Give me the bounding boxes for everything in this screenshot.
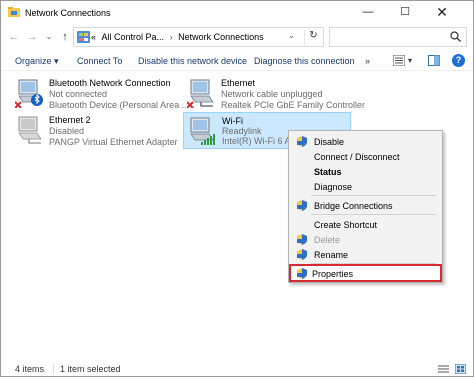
recent-locations-button[interactable]: ⌄ xyxy=(42,29,56,45)
menu-separator xyxy=(311,195,436,196)
connection-item[interactable]: Ethernet Network cable unplugged Realtek… xyxy=(187,78,365,112)
explorer-window: Network Connections — ☐ ✕ ← → ⌄ ↑ « All … xyxy=(0,0,474,377)
menu-item-properties[interactable]: Properties xyxy=(289,264,442,282)
search-icon xyxy=(450,31,461,42)
address-dropdown-button[interactable]: ⌄ xyxy=(288,31,295,40)
minimize-button[interactable]: — xyxy=(353,1,383,23)
disable-device-button[interactable]: Disable this network device xyxy=(138,56,247,66)
uac-shield-icon xyxy=(297,136,307,147)
item-count: 4 items xyxy=(15,364,45,374)
breadcrumb: « All Control Pa... › Network Connection… xyxy=(91,32,264,42)
menu-item-connect-disconnect[interactable]: Connect / Disconnect xyxy=(291,149,440,164)
menu-item-delete: Delete xyxy=(291,232,440,247)
connection-name: Ethernet xyxy=(221,78,256,88)
details-view-icon[interactable] xyxy=(438,364,449,374)
menu-separator xyxy=(311,214,436,215)
organize-menu[interactable]: Organize ▾ xyxy=(15,56,59,67)
uac-shield-icon xyxy=(297,200,307,211)
breadcrumb-overflow[interactable]: « xyxy=(91,32,96,42)
menu-item-bridge-connections[interactable]: Bridge Connections xyxy=(291,198,440,213)
uac-shield-icon xyxy=(297,234,307,245)
command-bar: Organize ▾ Connect To Disable this netwo… xyxy=(1,51,473,71)
breadcrumb-network-connections[interactable]: Network Connections xyxy=(178,32,264,42)
connection-status: Readylink xyxy=(222,126,262,136)
menu-item-rename[interactable]: Rename xyxy=(291,247,440,262)
menu-item-label: Rename xyxy=(314,250,349,260)
menu-item-create-shortcut[interactable]: Create Shortcut xyxy=(291,217,440,232)
menu-item-label: Create Shortcut xyxy=(314,220,378,230)
change-view-icon[interactable] xyxy=(393,55,405,66)
menu-item-label: Disable xyxy=(314,137,345,147)
connection-status: Not connected xyxy=(49,89,108,99)
uac-shield-icon xyxy=(297,249,307,260)
more-commands-button[interactable]: » xyxy=(365,56,370,66)
menu-item-label: Status xyxy=(314,167,342,177)
breadcrumb-control-panel[interactable]: All Control Pa... xyxy=(102,32,165,42)
menu-item-label: Diagnose xyxy=(314,182,353,192)
control-panel-icon xyxy=(77,31,90,43)
disabled-adapter-icon xyxy=(18,116,42,144)
connection-status: Disabled xyxy=(49,126,85,136)
menu-item-diagnose[interactable]: Diagnose xyxy=(291,179,440,194)
connect-to-button[interactable]: Connect To xyxy=(77,56,122,66)
menu-item-label: Connect / Disconnect xyxy=(314,152,400,162)
connection-name: Wi-Fi xyxy=(222,116,243,126)
connection-item[interactable]: Ethernet 2 Disabled PANGP Virtual Ethern… xyxy=(15,115,178,149)
bluetooth-adapter-icon xyxy=(15,79,43,108)
wifi-adapter-icon xyxy=(190,117,215,145)
connection-name: Bluetooth Network Connection xyxy=(49,78,171,88)
search-input[interactable] xyxy=(329,27,467,47)
help-icon[interactable]: ? xyxy=(452,54,465,67)
forward-button[interactable]: → xyxy=(25,29,39,45)
title-bar: Network Connections — ☐ ✕ xyxy=(1,1,473,25)
window-title: Network Connections xyxy=(25,8,111,18)
menu-item-status[interactable]: Status xyxy=(291,164,440,179)
menu-item-label: Delete xyxy=(314,235,341,245)
preview-pane-icon[interactable] xyxy=(428,55,440,66)
address-bar[interactable]: « All Control Pa... › Network Connection… xyxy=(73,27,324,47)
connection-status: Network cable unplugged xyxy=(221,89,323,99)
breadcrumb-separator[interactable]: › xyxy=(170,32,173,42)
menu-item-disable[interactable]: Disable xyxy=(291,134,440,149)
connection-item[interactable]: Bluetooth Network Connection Not connect… xyxy=(15,78,189,112)
connection-device: Realtek PCIe GbE Family Controller xyxy=(221,100,366,110)
address-row: ← → ⌄ ↑ « All Control Pa... › Network Co… xyxy=(1,25,473,49)
menu-item-label: Properties xyxy=(312,269,354,279)
uac-shield-icon xyxy=(297,268,307,279)
refresh-button[interactable]: ↻ xyxy=(304,30,322,45)
connection-name: Ethernet 2 xyxy=(49,115,91,125)
view-options-dropdown[interactable]: ▾ xyxy=(408,56,412,65)
status-bar: 4 items 1 item selected xyxy=(1,361,473,377)
close-button[interactable]: ✕ xyxy=(427,1,457,23)
context-menu: Disable Connect / Disconnect Status Diag… xyxy=(288,130,443,283)
network-folder-icon xyxy=(8,7,20,17)
menu-item-label: Bridge Connections xyxy=(314,201,393,211)
selection-count: 1 item selected xyxy=(53,364,121,374)
ethernet-adapter-icon xyxy=(187,79,214,108)
maximize-button[interactable]: ☐ xyxy=(390,1,420,23)
connection-device: Bluetooth Device (Personal Area ... xyxy=(49,100,190,110)
diagnose-connection-button[interactable]: Diagnose this connection xyxy=(254,56,355,66)
back-button[interactable]: ← xyxy=(7,29,21,45)
large-icons-view-icon[interactable] xyxy=(455,364,466,374)
up-button[interactable]: ↑ xyxy=(58,29,72,45)
connection-device: PANGP Virtual Ethernet Adapter xyxy=(49,137,178,147)
